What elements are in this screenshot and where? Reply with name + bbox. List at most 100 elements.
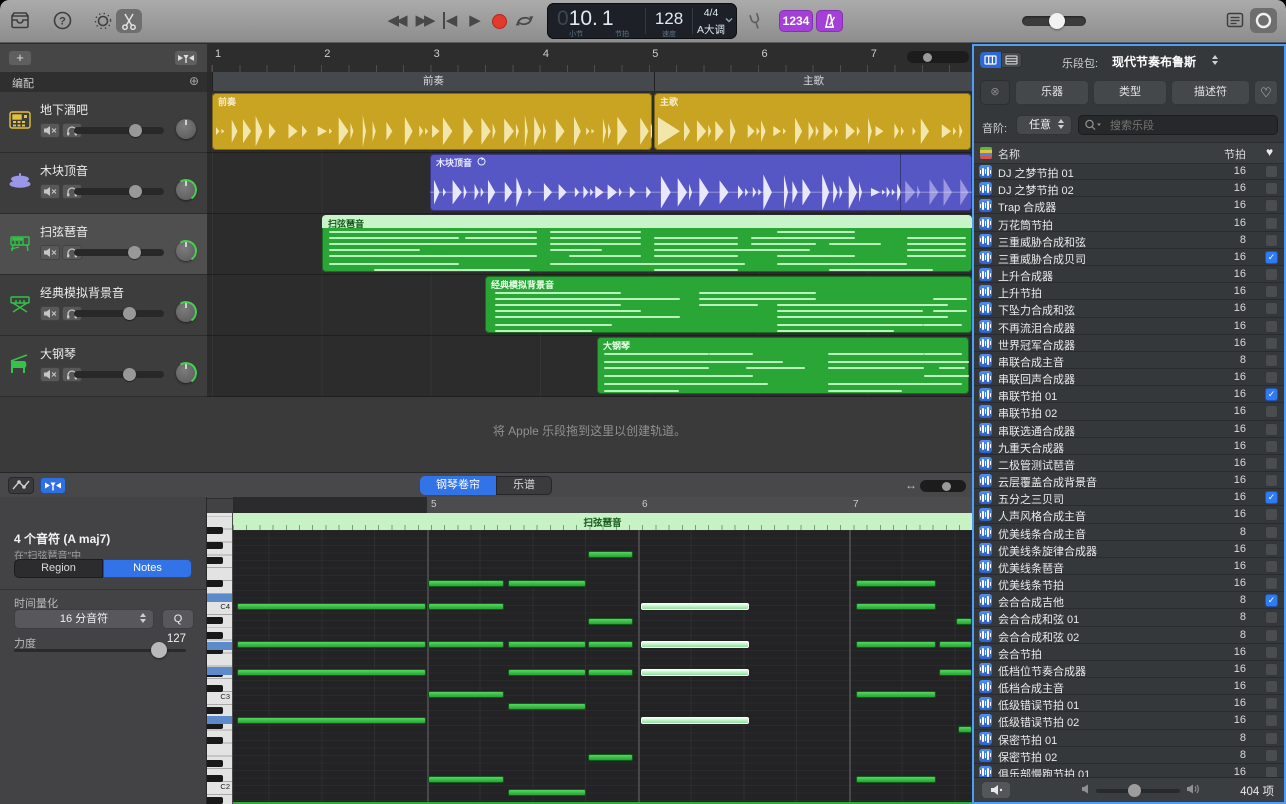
- track-header-row[interactable]: 扫弦琶音: [0, 214, 207, 275]
- count-in-badge[interactable]: 1234: [779, 10, 813, 32]
- editor-zoom-slider[interactable]: [920, 480, 966, 492]
- velocity-knob[interactable]: [151, 642, 167, 658]
- track-volume-knob[interactable]: [128, 246, 141, 259]
- arrangement-header-row[interactable]: 编配 ⊕: [0, 72, 207, 93]
- loop-favorite-checkbox[interactable]: [1265, 268, 1278, 281]
- add-track-button[interactable]: +: [8, 50, 32, 66]
- black-key[interactable]: [207, 527, 223, 534]
- loop-row[interactable]: 优美线条琶音16: [974, 558, 1284, 575]
- preview-volume-slider[interactable]: [1096, 789, 1180, 793]
- loop-favorite-checkbox[interactable]: [1265, 543, 1278, 556]
- pan-knob[interactable]: [176, 241, 196, 261]
- loop-row[interactable]: 五分之三贝司16✓: [974, 489, 1284, 506]
- highlighted-key[interactable]: [207, 716, 233, 724]
- loop-search-field[interactable]: [1078, 115, 1278, 135]
- loop-favorite-checkbox[interactable]: [1265, 285, 1278, 298]
- lcd-chevron-icon[interactable]: [725, 16, 733, 24]
- track-lane[interactable]: 大钢琴: [207, 336, 972, 397]
- lcd-display[interactable]: 010.1 小节 节拍 128 速度 4/4 A大调: [547, 3, 737, 39]
- loop-row[interactable]: 低级错误节拍 0216: [974, 712, 1284, 729]
- pan-knob[interactable]: [176, 302, 196, 322]
- track-volume-knob[interactable]: [123, 307, 136, 320]
- segment-notes[interactable]: Notes: [103, 559, 192, 578]
- midi-region[interactable]: 扫弦琶音: [322, 215, 972, 272]
- loop-row[interactable]: 世界冠军合成器16: [974, 335, 1284, 352]
- loop-row[interactable]: 九重天合成器16: [974, 438, 1284, 455]
- loop-browser-toggle-button[interactable]: [1250, 8, 1277, 33]
- loop-favorite-checkbox[interactable]: ✓: [1265, 388, 1278, 401]
- preview-volume-knob[interactable]: [1128, 784, 1141, 797]
- black-key[interactable]: [207, 617, 223, 624]
- loop-favorite-checkbox[interactable]: [1265, 440, 1278, 453]
- black-key[interactable]: [207, 632, 223, 639]
- track-volume-slider[interactable]: [74, 188, 164, 195]
- loop-row[interactable]: 串联回声合成器16: [974, 369, 1284, 386]
- filter-favorites-button[interactable]: ♡: [1254, 80, 1278, 105]
- loop-row[interactable]: 低级错误节拍 0116: [974, 695, 1284, 712]
- loop-row[interactable]: 优美线条合成主音8: [974, 524, 1284, 541]
- filter-genre-button[interactable]: 类型: [1093, 80, 1167, 105]
- cut-tool-button[interactable]: [116, 9, 142, 33]
- black-key[interactable]: [207, 542, 223, 549]
- midi-note[interactable]: [508, 669, 586, 676]
- black-key[interactable]: [207, 760, 223, 767]
- search-input[interactable]: [1108, 116, 1272, 136]
- highlighted-key[interactable]: [207, 594, 233, 602]
- cycle-button[interactable]: [514, 12, 536, 30]
- midi-note[interactable]: [588, 669, 633, 676]
- midi-note[interactable]: [428, 641, 504, 648]
- velocity-slider[interactable]: [14, 649, 186, 652]
- track-volume-slider[interactable]: [74, 310, 164, 317]
- midi-note[interactable]: [508, 580, 586, 587]
- track-lane[interactable]: 扫弦琶音: [207, 214, 972, 275]
- loop-favorite-checkbox[interactable]: [1265, 646, 1278, 659]
- loop-row[interactable]: 串联节拍 0216: [974, 403, 1284, 420]
- loop-favorite-checkbox[interactable]: ✓: [1265, 594, 1278, 607]
- loop-favorite-checkbox[interactable]: ✓: [1265, 251, 1278, 264]
- loop-row[interactable]: DJ 之梦节拍 0216: [974, 180, 1284, 197]
- midi-note[interactable]: [641, 717, 749, 724]
- loop-favorite-checkbox[interactable]: [1265, 354, 1278, 367]
- rewind-button[interactable]: ◀◀: [383, 10, 409, 32]
- quantize-select[interactable]: 16 分音符: [14, 609, 154, 629]
- track-volume-slider[interactable]: [74, 371, 164, 378]
- loop-favorite-checkbox[interactable]: [1265, 732, 1278, 745]
- loop-favorite-checkbox[interactable]: [1265, 405, 1278, 418]
- piano-keyboard[interactable]: C4C3C2: [207, 513, 233, 804]
- midi-note[interactable]: [428, 691, 504, 698]
- midi-note[interactable]: [641, 669, 749, 676]
- loop-row[interactable]: 上升合成器16: [974, 266, 1284, 283]
- midi-note[interactable]: [856, 691, 936, 698]
- mute-button[interactable]: [40, 367, 60, 382]
- loop-view-columns-button[interactable]: [1001, 52, 1022, 68]
- loop-row[interactable]: 三重威胁合成贝司16✓: [974, 249, 1284, 266]
- loop-row[interactable]: 上升节拍16: [974, 283, 1284, 300]
- loop-row[interactable]: 云层覆盖合成背景音16: [974, 472, 1284, 489]
- track-lane[interactable]: 木块顶音: [207, 153, 972, 214]
- loop-row[interactable]: 串联合成主音8: [974, 352, 1284, 369]
- track-volume-knob[interactable]: [129, 185, 142, 198]
- loop-favorite-checkbox[interactable]: [1265, 199, 1278, 212]
- filter-reset-button[interactable]: ⊗: [980, 80, 1010, 105]
- tuner-icon[interactable]: [748, 12, 764, 31]
- black-key[interactable]: [207, 685, 223, 692]
- audio-region[interactable]: 木块顶音: [430, 154, 972, 211]
- midi-note[interactable]: [588, 618, 633, 625]
- loop-row[interactable]: 会合节拍16: [974, 644, 1284, 661]
- midi-note[interactable]: [508, 703, 586, 710]
- metronome-badge[interactable]: [816, 10, 843, 32]
- track-volume-slider[interactable]: [74, 249, 164, 256]
- midi-note[interactable]: [237, 603, 426, 610]
- loop-row[interactable]: 保密节拍 028: [974, 747, 1284, 764]
- loop-row[interactable]: 保密节拍 018: [974, 730, 1284, 747]
- loop-row[interactable]: Trap 合成器16: [974, 197, 1284, 214]
- loop-favorite-checkbox[interactable]: [1265, 680, 1278, 693]
- black-key[interactable]: [207, 557, 223, 564]
- loop-favorite-checkbox[interactable]: [1265, 577, 1278, 590]
- midi-note[interactable]: [588, 551, 633, 558]
- midi-note[interactable]: [856, 776, 936, 783]
- timeline-zoom-slider[interactable]: [907, 51, 969, 63]
- filter-instrument-button[interactable]: 乐器: [1015, 80, 1089, 105]
- loop-favorite-checkbox[interactable]: [1265, 611, 1278, 624]
- track-lane[interactable]: 经典模拟背景音: [207, 275, 972, 336]
